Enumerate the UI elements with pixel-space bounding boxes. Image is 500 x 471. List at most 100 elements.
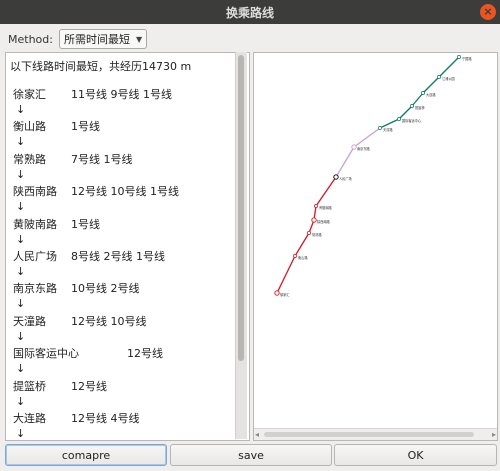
route-stop: 常熟路 7号线 1号线: [10, 151, 238, 167]
route-stop: 黄陂南路 1号线: [10, 216, 238, 232]
station-label: 常熟路: [312, 232, 322, 237]
route-stop: 陕西南路 12号线 10号线 1号线: [10, 183, 238, 199]
route-segment: [398, 105, 413, 120]
station-label: 南京东路: [357, 146, 371, 151]
map-horizontal-scrollbar[interactable]: ◂ ▸: [254, 428, 497, 440]
down-arrow-icon: ↓: [16, 329, 26, 343]
stop-name: 天潼路: [13, 314, 46, 328]
title-bar: 换乘路线 ×: [0, 0, 500, 24]
stop-lines: 12号线: [127, 347, 163, 361]
save-button[interactable]: save: [170, 444, 332, 466]
route-stop: 国际客运中心 12号线: [10, 345, 238, 361]
map-station[interactable]: 宁国路: [457, 55, 472, 61]
stop-lines: 12号线 4号线: [71, 411, 140, 425]
route-segment: [379, 118, 400, 129]
down-arrow-icon: ↓: [16, 103, 26, 116]
map-station[interactable]: 陕西南路: [311, 217, 331, 224]
stop-lines: 1号线: [71, 217, 100, 231]
route-vertical-scrollbar[interactable]: [235, 52, 247, 439]
method-select[interactable]: 所需时间最短 ▼: [58, 29, 148, 49]
map-station[interactable]: 南京东路: [351, 144, 371, 151]
route-stop: 衡山路 1号线: [10, 118, 238, 134]
map-station[interactable]: 人民广场: [333, 174, 352, 181]
window-title: 换乘路线: [225, 5, 274, 20]
route-stop: 徐家汇 11号线 9号线 1号线: [10, 86, 238, 102]
station-label: 大连路: [426, 92, 436, 97]
stop-name: 常熟路: [13, 152, 46, 166]
route-stop: 提篮桥 12号线: [10, 378, 238, 394]
map-station[interactable]: 国际客运中心: [397, 117, 422, 123]
route-summary: 以下线路时间最短，共经历14730 m: [10, 60, 192, 73]
stop-name: 陕西南路: [13, 185, 57, 199]
stop-lines: 12号线: [71, 379, 107, 393]
ok-button[interactable]: OK: [334, 444, 497, 466]
compare-button[interactable]: comapre: [5, 444, 167, 466]
stop-name: 黄陂南路: [13, 217, 57, 231]
down-arrow-icon: ↓: [16, 135, 26, 149]
stop-name: 大连路: [13, 411, 46, 425]
map-station[interactable]: 徐家汇: [274, 290, 291, 297]
stop-lines: 11号线 9号线 1号线: [71, 88, 172, 101]
down-arrow-icon: ↓: [16, 200, 26, 214]
down-arrow-icon: ↓: [16, 167, 26, 181]
route-stop: 天潼路 12号线 10号线: [10, 313, 238, 329]
down-arrow-icon: ↓: [16, 264, 26, 278]
route-segment: [438, 56, 460, 78]
route-segment: [335, 146, 355, 178]
stop-lines: 12号线 10号线 1号线: [71, 185, 179, 199]
stop-name: 提篮桥: [13, 379, 46, 393]
station-label: 徐家汇: [280, 292, 290, 297]
route-map: 徐家汇 衡山路 常熟路 陕西南路 黄陂南路 人民广场 南京东路 天潼路 国际客运中心 提篮桥 大连路…: [274, 55, 472, 297]
stop-lines: 1号线: [71, 120, 100, 134]
route-segment: [353, 127, 381, 148]
route-segment: [422, 76, 440, 94]
scroll-right-icon[interactable]: ▸: [492, 429, 496, 440]
station-label: 黄陂南路: [319, 205, 333, 210]
route-segment: [315, 176, 337, 207]
station-label: 宁国路: [462, 56, 472, 61]
map-station[interactable]: 衡山路: [293, 254, 308, 260]
scroll-left-icon[interactable]: ◂: [255, 429, 259, 440]
route-segment: [276, 255, 296, 294]
map-station[interactable]: 黄陂南路: [314, 204, 333, 210]
map-station[interactable]: 大连路: [421, 91, 436, 97]
method-row: Method: 所需时间最短 ▼: [8, 29, 148, 49]
down-arrow-icon: ↓: [16, 394, 26, 408]
stop-lines: 7号线 1号线: [71, 152, 133, 166]
method-selected-value: 所需时间最短: [63, 33, 130, 46]
map-station[interactable]: 江浦公园: [437, 75, 455, 81]
down-arrow-icon: ↓: [16, 362, 26, 376]
route-stop: 大连路 12号线 4号线: [10, 410, 238, 426]
scrollbar-thumb[interactable]: [264, 432, 474, 437]
route-stop: 人民广场 8号线 2号线 1号线: [10, 248, 238, 264]
stop-name: 南京东路: [13, 282, 57, 296]
station-label: 提篮桥: [415, 105, 425, 110]
map-station[interactable]: 天潼路: [378, 126, 393, 132]
route-text-panel[interactable]: 以下线路时间最短，共经历14730 m 徐家汇 11号线 9号线 1号线 ↓ 衡山路 1…: [5, 52, 250, 441]
stop-lines: 12号线 10号线: [71, 314, 147, 328]
route-segment: [294, 232, 310, 257]
chevron-down-icon: ▼: [135, 34, 143, 44]
close-button[interactable]: ×: [480, 4, 496, 20]
route-segment: [411, 92, 424, 107]
station-label: 衡山路: [298, 255, 308, 260]
stop-name: 人民广场: [13, 249, 57, 263]
down-arrow-icon: ↓: [16, 297, 26, 311]
map-panel[interactable]: 徐家汇 衡山路 常熟路 陕西南路 黄陂南路 人民广场 南京东路 天潼路 国际客运中心 提篮桥 大连路…: [253, 52, 498, 441]
station-label: 天潼路: [383, 127, 393, 132]
station-label: 江浦公园: [442, 76, 455, 81]
map-station[interactable]: 常熟路: [307, 231, 322, 237]
station-label: 国际客运中心: [402, 118, 422, 123]
stop-name: 国际客运中心: [13, 347, 79, 361]
stop-name: 徐家汇: [13, 88, 46, 101]
down-arrow-icon: ↓: [16, 232, 26, 246]
map-station[interactable]: 提篮桥: [410, 104, 425, 110]
stop-name: 衡山路: [13, 120, 46, 134]
stop-lines: 8号线 2号线 1号线: [71, 249, 165, 263]
scrollbar-thumb[interactable]: [238, 55, 244, 361]
method-label: Method:: [8, 32, 53, 46]
route-stop: 南京东路 10号线 2号线: [10, 280, 238, 296]
route-list: 徐家汇 11号线 9号线 1号线 ↓ 衡山路 1号线 ↓ 常熟路 7号线 1号线 ↓ 陕西南路 12…: [10, 86, 238, 440]
station-label: 人民广场: [339, 176, 352, 181]
station-label: 陕西南路: [317, 219, 331, 224]
